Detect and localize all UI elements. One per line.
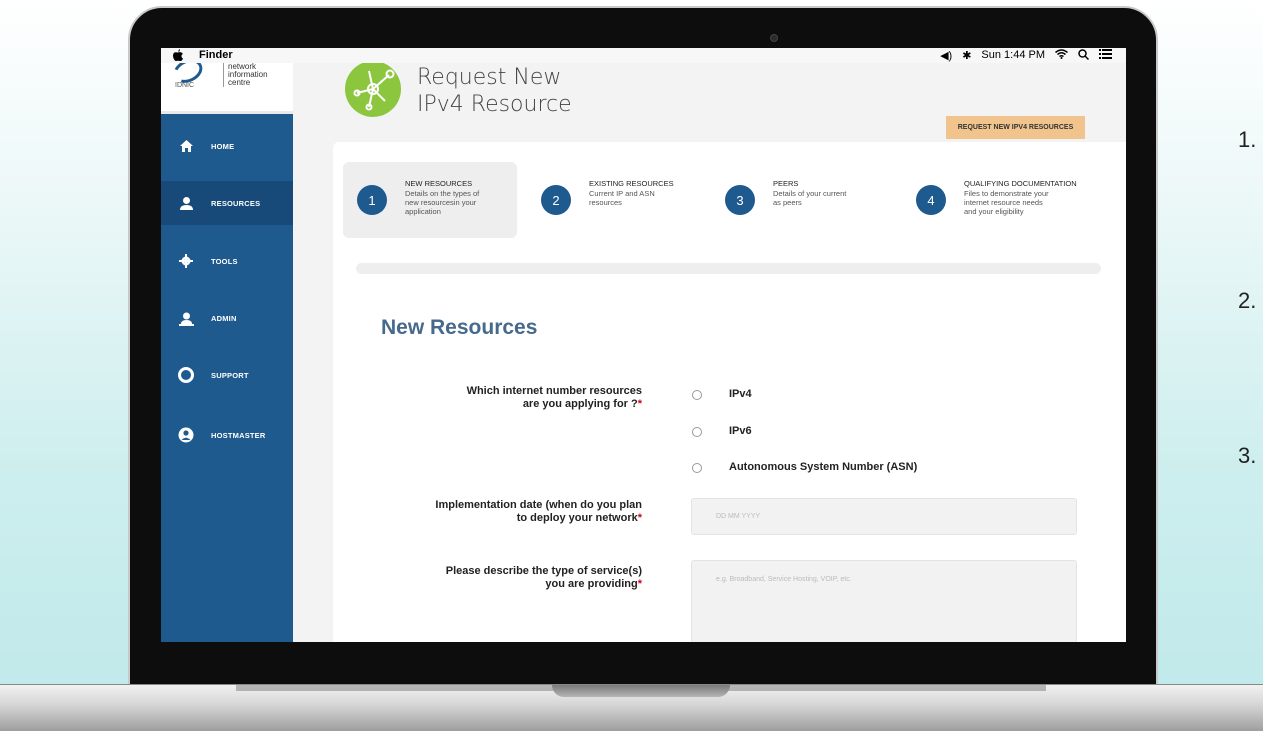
lifebuoy-icon xyxy=(178,367,194,383)
page-title: Request New IPv4 Resource xyxy=(417,65,572,117)
sidebar-item-label: TOOLS xyxy=(211,256,238,266)
apple-icon[interactable] xyxy=(173,49,183,64)
form-card: 1 NEW RESOURCES Details on the types of … xyxy=(333,142,1126,642)
step-existing-resources[interactable]: 2 EXISTING RESOURCES Current IP and ASN … xyxy=(527,162,702,238)
step-description: Details of your current as peers xyxy=(773,189,847,207)
step-new-resources[interactable]: 1 NEW RESOURCES Details on the types of … xyxy=(343,162,517,238)
logo-short-text: IDNIC xyxy=(175,82,195,89)
admin-icon xyxy=(178,310,194,326)
required-marker: * xyxy=(637,512,642,524)
step-title: NEW RESOURCES xyxy=(405,179,473,188)
user-icon xyxy=(178,195,194,211)
implementation-date-input[interactable]: DD MM YYYY xyxy=(691,498,1077,535)
service-description-textarea[interactable]: e.g. Broadband, Service Hosting, VOIP, e… xyxy=(691,560,1077,642)
outline-number-2: 2. xyxy=(1238,288,1257,313)
sidebar-item-resources[interactable]: RESOURCES xyxy=(161,181,293,225)
logo-line3: centre xyxy=(228,78,251,87)
step-peers[interactable]: 3 PEERS Details of your current as peers xyxy=(711,162,886,238)
sidebar-item-home[interactable]: HOME xyxy=(161,124,293,168)
step-number: 3 xyxy=(725,185,755,215)
menubar-status: ◀︎) ✱ Sun 1:44 PM xyxy=(940,49,1112,63)
outline-number-1: 1. xyxy=(1238,127,1257,152)
radio-ipv6-label[interactable]: IPv6 xyxy=(729,425,752,437)
step-title: EXISTING RESOURCES xyxy=(589,179,674,188)
outline-number-3: 3. xyxy=(1238,443,1257,468)
menubar-clock[interactable]: Sun 1:44 PM xyxy=(981,49,1045,63)
sidebar-item-support[interactable]: SUPPORT xyxy=(161,353,293,397)
step-title: QUALIFYING DOCUMENTATION xyxy=(964,179,1077,188)
step-description: Details on the types of new resourcesin … xyxy=(405,189,480,216)
menubar: Finder ◀︎) ✱ Sun 1:44 PM xyxy=(161,48,1126,63)
list-icon[interactable] xyxy=(1099,49,1112,63)
step-description: Files to demonstrate your internet resou… xyxy=(964,189,1049,216)
home-icon xyxy=(178,138,194,154)
sidebar-item-label: SUPPORT xyxy=(211,370,249,380)
step-number: 2 xyxy=(541,185,571,215)
service-description-label: Please describe the type of service(s) y… xyxy=(445,565,642,590)
laptop-base xyxy=(0,684,1263,731)
progress-divider xyxy=(356,263,1101,274)
section-title: New Resources xyxy=(381,316,538,339)
wifi-icon[interactable] xyxy=(1055,49,1068,63)
radio-asn-label[interactable]: Autonomous System Number (ASN) xyxy=(729,461,917,473)
app-menu-finder[interactable]: Finder xyxy=(199,49,233,61)
account-circle-icon xyxy=(178,427,194,443)
radio-ipv4[interactable] xyxy=(692,390,702,400)
main-content: Request New IPv4 Resource REQUEST NEW IP… xyxy=(293,48,1126,642)
required-marker: * xyxy=(637,398,642,410)
search-icon[interactable] xyxy=(1078,49,1090,63)
radio-ipv6[interactable] xyxy=(692,427,702,437)
gear-icon xyxy=(178,253,194,269)
sidebar-item-label: ADMIN xyxy=(211,313,237,323)
volume-icon[interactable]: ◀︎) xyxy=(940,49,952,63)
bluetooth-icon[interactable]: ✱ xyxy=(962,49,971,63)
step-number: 1 xyxy=(357,185,387,215)
step-description: Current IP and ASN resources xyxy=(589,189,655,207)
sidebar-item-tools[interactable]: TOOLS xyxy=(161,239,293,283)
radio-asn[interactable] xyxy=(692,463,702,473)
step-qualifying-documentation[interactable]: 4 QUALIFYING DOCUMENTATION Files to demo… xyxy=(902,162,1112,238)
implementation-date-label: Implementation date (when do you plan to… xyxy=(435,499,642,524)
trackpad-notch xyxy=(552,685,730,697)
sidebar-item-label: RESOURCES xyxy=(211,198,261,208)
sidebar-item-label: HOSTMASTER xyxy=(211,430,266,440)
resource-type-label: Which internet number resources are you … xyxy=(466,385,642,410)
logo-text: network information centre xyxy=(223,63,268,87)
sidebar-item-admin[interactable]: ADMIN xyxy=(161,296,293,340)
radio-ipv4-label[interactable]: IPv4 xyxy=(729,388,752,400)
step-title: PEERS xyxy=(773,179,799,188)
laptop-screen: IDNIC network information centre HOME RE… xyxy=(161,48,1126,642)
sidebar-item-hostmaster[interactable]: HOSTMASTER xyxy=(161,413,293,457)
camera-icon xyxy=(770,34,778,42)
sidebar: IDNIC network information centre HOME RE… xyxy=(161,48,293,642)
required-marker: * xyxy=(637,578,642,590)
sidebar-item-label: HOME xyxy=(211,141,235,151)
step-number: 4 xyxy=(916,185,946,215)
request-new-ipv4-button[interactable]: REQUEST NEW IPV4 RESOURCES xyxy=(946,116,1085,139)
network-icon xyxy=(345,61,401,117)
